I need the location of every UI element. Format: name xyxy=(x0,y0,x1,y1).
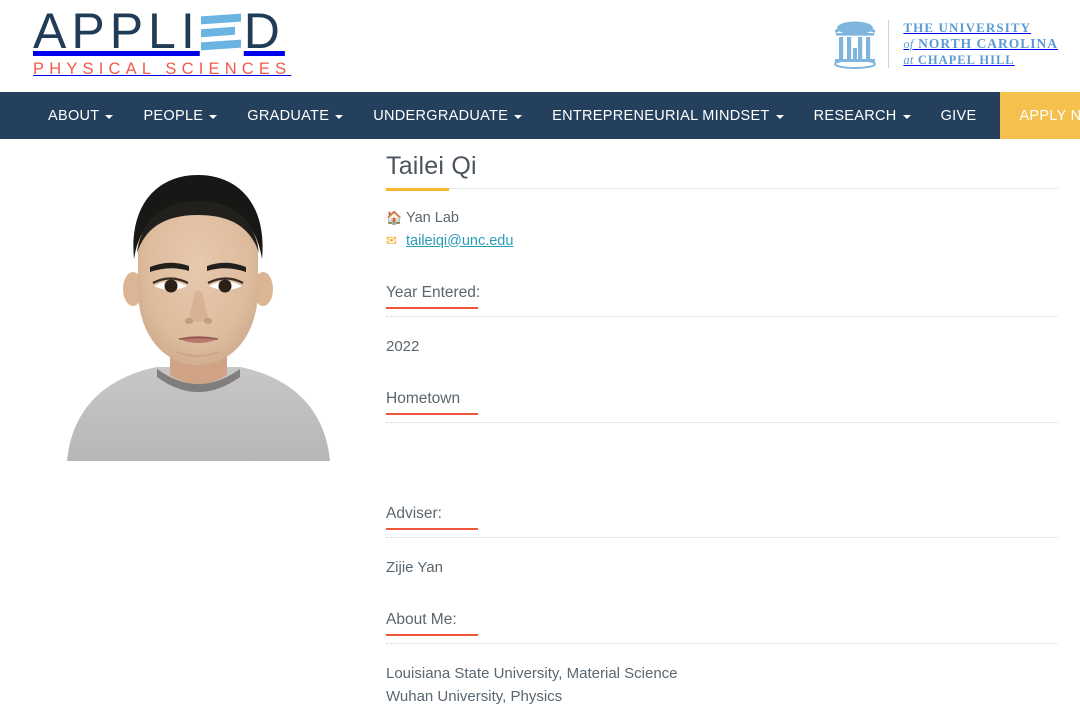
section-body-line: Louisiana State University, Material Sci… xyxy=(386,665,678,682)
nav-item-people[interactable]: PEOPLE xyxy=(128,92,232,139)
nav-label: GRADUATE xyxy=(247,107,330,124)
unc-line-2-main: NORTH CAROLINA xyxy=(918,36,1058,51)
section-body: Louisiana State University, Material Sci… xyxy=(386,662,1058,708)
section-body: 2022 xyxy=(386,335,1058,358)
chevron-down-icon xyxy=(775,114,784,119)
unc-line-3: at CHAPEL HILL xyxy=(903,52,1058,68)
main-navigation: ABOUT PEOPLE GRADUATE UNDERGRADUATE ENTR… xyxy=(0,92,1080,139)
section-adviser: Adviser: Zijie Yan xyxy=(386,504,1058,579)
nav-label: ENTREPRENEURIAL MINDSET xyxy=(552,107,770,124)
section-body-line: Zijie Yan xyxy=(386,559,443,576)
nav-item-entrepreneurial-mindset[interactable]: ENTREPRENEURIAL MINDSET xyxy=(537,92,798,139)
old-well-icon xyxy=(834,21,877,69)
heading-underline xyxy=(386,413,478,415)
nav-item-give[interactable]: GIVE xyxy=(926,92,992,139)
aps-wordmark-part2: D xyxy=(243,3,285,59)
aps-logo[interactable]: APPLI D PHYSICAL SCIENCES xyxy=(33,4,323,82)
nav-item-research[interactable]: RESEARCH xyxy=(799,92,926,139)
aps-subtitle: PHYSICAL SCIENCES xyxy=(33,60,292,78)
envelope-icon: ✉ xyxy=(386,233,397,248)
unc-line-3-italic: at xyxy=(903,53,914,67)
nav-label: PEOPLE xyxy=(143,107,204,124)
section-year-entered: Year Entered: 2022 xyxy=(386,283,1058,358)
lab-row: 🏠 Yan Lab xyxy=(386,206,1058,229)
heading-underline xyxy=(386,528,478,530)
nav-label: APPLY NOW xyxy=(1019,107,1080,124)
profile-page: Tailei Qi 🏠 Yan Lab ✉ taileiqi@unc.edu Y… xyxy=(0,139,1080,714)
unc-line-2-italic: of xyxy=(903,37,914,51)
nav-item-graduate[interactable]: GRADUATE xyxy=(232,92,358,139)
site-header: APPLI D PHYSICAL SCIENCES THE UNIVERSITY … xyxy=(0,0,1080,92)
section-about-me: About Me: Louisiana State University, Ma… xyxy=(386,610,1058,708)
unc-wordmark: THE UNIVERSITY of NORTH CAROLINA at CHAP… xyxy=(903,20,1058,68)
nav-label: RESEARCH xyxy=(813,107,897,124)
profile-meta-list: 🏠 Yan Lab ✉ taileiqi@unc.edu xyxy=(386,206,1058,252)
nav-item-about[interactable]: ABOUT xyxy=(33,92,128,139)
heading-underline xyxy=(386,307,478,309)
profile-details: Tailei Qi 🏠 Yan Lab ✉ taileiqi@unc.edu Y… xyxy=(386,139,1058,708)
section-body-line: 2022 xyxy=(386,338,420,355)
stacked-bars-e-icon xyxy=(200,13,241,51)
section-body xyxy=(386,441,1058,473)
section-divider xyxy=(386,537,1058,538)
chevron-down-icon xyxy=(514,114,523,119)
section-heading: Adviser: xyxy=(386,505,442,522)
chevron-down-icon xyxy=(105,114,114,119)
page-title: Tailei Qi xyxy=(386,152,477,180)
nav-label: UNDERGRADUATE xyxy=(373,107,509,124)
email-row: ✉ taileiqi@unc.edu xyxy=(386,229,1058,252)
logo-divider xyxy=(888,20,890,68)
section-heading: Year Entered: xyxy=(386,284,481,301)
section-heading: Hometown xyxy=(386,390,461,407)
unc-line-1: THE UNIVERSITY xyxy=(903,20,1032,35)
aps-wordmark-part1: APPLI xyxy=(33,3,200,59)
apply-now-button[interactable]: APPLY NOW xyxy=(1000,92,1080,139)
aps-wordmark: APPLI D xyxy=(33,4,323,58)
section-divider xyxy=(386,316,1058,317)
chevron-down-icon xyxy=(335,114,344,119)
email-link[interactable]: taileiqi@unc.edu xyxy=(406,233,513,249)
section-hometown: Hometown xyxy=(386,389,1058,473)
section-heading: About Me: xyxy=(386,611,457,628)
section-divider xyxy=(386,643,1058,644)
title-underline xyxy=(386,188,1058,192)
portrait-photo xyxy=(37,149,360,461)
section-body-line: Wuhan University, Physics xyxy=(386,688,563,705)
section-body: Zijie Yan xyxy=(386,556,1058,579)
nav-label: ABOUT xyxy=(48,107,100,124)
portrait-photo-container xyxy=(37,149,360,461)
nav-label: GIVE xyxy=(940,107,977,124)
nav-item-undergraduate[interactable]: UNDERGRADUATE xyxy=(358,92,537,139)
lab-label: Yan Lab xyxy=(406,209,459,226)
chevron-down-icon xyxy=(902,114,911,119)
chevron-down-icon xyxy=(209,114,218,119)
section-divider xyxy=(386,422,1058,423)
home-icon: 🏠 xyxy=(386,210,403,225)
heading-underline xyxy=(386,634,478,636)
unc-line-3-main: CHAPEL HILL xyxy=(917,53,1015,67)
unc-logo[interactable]: THE UNIVERSITY of NORTH CAROLINA at CHAP… xyxy=(832,16,1058,72)
unc-line-2: of NORTH CAROLINA xyxy=(903,36,1058,52)
